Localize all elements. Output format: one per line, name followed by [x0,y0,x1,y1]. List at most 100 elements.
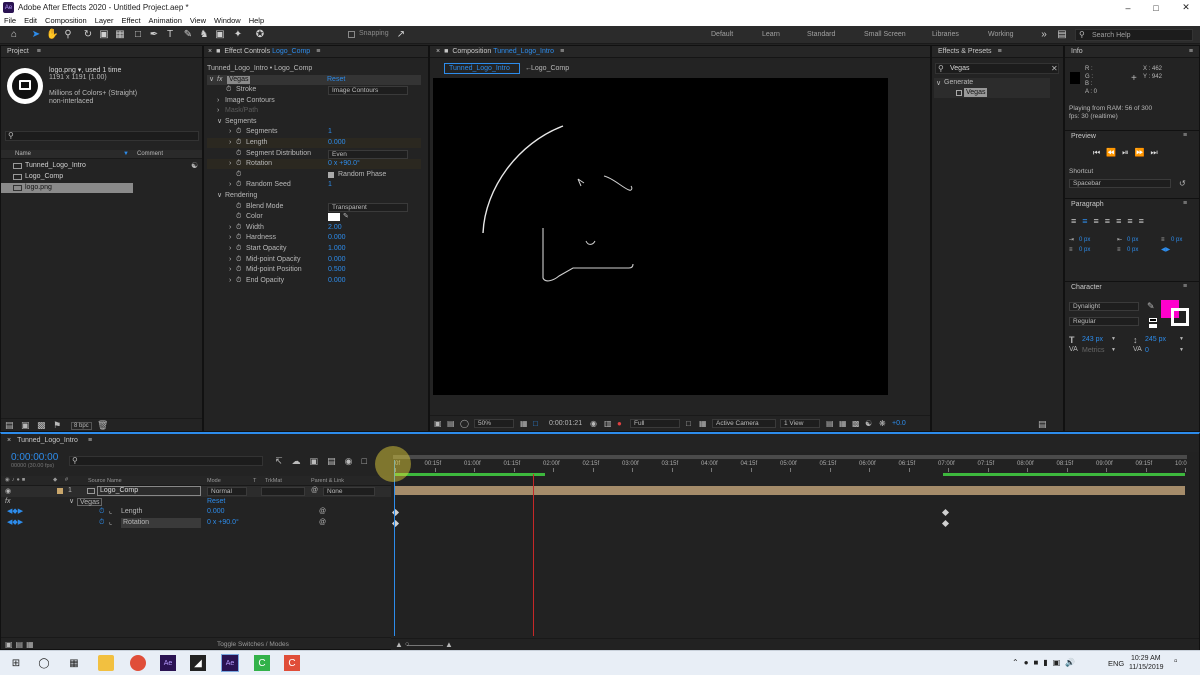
effect-prop-blend-mode[interactable]: ⏱ Blend Mode Transparent [207,202,421,212]
column-parent-link[interactable]: Parent & Link [311,478,344,484]
effect-prop-stroke[interactable]: ⏱ Stroke Image Contours [207,85,421,95]
effect-prop-random-phase[interactable]: ⏱ Random Phase [207,170,421,180]
start-icon[interactable]: ⊞ [8,655,24,671]
stopwatch-icon[interactable]: ⏱ [236,255,241,265]
chevron-right-icon[interactable]: › [217,106,219,116]
effect-prop-random-seed[interactable]: › ⏱ Random Seed 1 [207,180,421,190]
rotate-tool-icon[interactable]: ↻ [82,29,94,41]
panel-menu-icon[interactable]: ≡ [1189,48,1193,55]
chevron-down-icon[interactable]: ▼ [1179,347,1184,353]
rectangle-tool-icon[interactable]: □ [132,29,144,41]
effect-prop-rotation[interactable]: › ⏱ Rotation 0 x +90.0° [207,159,421,170]
panel-menu-icon[interactable]: ≡ [37,48,41,55]
time-ruler[interactable]: 0f 00:15f 01:00f 01:15f 02:00f 02:15f 03:00f 03… [391,460,1191,472]
zoom-slider-handle[interactable]: ○ [405,641,409,648]
column-source-name[interactable]: Source Name [88,478,122,484]
workspace-libraries[interactable]: Libraries [932,31,959,38]
chevron-down-icon[interactable]: ▼ [1111,336,1116,342]
more-workspaces-icon[interactable]: » [1038,29,1050,41]
chevron-right-icon[interactable]: › [217,96,219,106]
menu-layer[interactable]: Layer [95,16,114,25]
layer-mode-dropdown[interactable]: Normal [207,487,247,496]
exposure-value[interactable]: +0.0 [892,420,906,427]
always-preview-icon[interactable]: ▣ [434,419,442,428]
views-dropdown[interactable]: 1 View [780,419,820,428]
region-icon[interactable]: □ [533,419,538,428]
stopwatch-icon[interactable]: ⏱ [99,507,104,517]
type-tool-icon[interactable]: T [164,29,176,41]
timeline-graph-area[interactable]: 0f 00:15f 01:00f 01:15f 02:00f 02:15f 03:00f 03… [375,446,1199,652]
effect-prop-width[interactable]: › ⏱ Width 2.00 [207,223,421,233]
menu-file[interactable]: File [4,16,16,25]
workspace-standard[interactable]: Standard [807,31,835,38]
zoom-out-icon[interactable]: ▲ [395,640,403,649]
menu-composition[interactable]: Composition [45,16,87,25]
effect-prop-rendering[interactable]: ∨ Rendering [207,191,421,201]
eyedropper-icon[interactable]: ✎ [343,212,349,222]
effect-prop-segments[interactable]: › ⏱ Segments 1 [207,127,421,137]
category-generate[interactable]: ∨ Generate [934,78,1050,88]
pen-tool-icon[interactable]: ✒ [148,29,160,41]
effect-prop-mid-point-position[interactable]: › ⏱ Mid-point Position 0.500 [207,265,421,275]
system-tray-icons[interactable]: ⌃●■▮▣🔊 [1012,658,1080,667]
trash-icon[interactable]: 🗑 [97,420,108,431]
panel-menu-icon[interactable]: ≡ [1183,132,1187,139]
trkmat-dropdown[interactable] [261,487,305,496]
effect-name[interactable]: Vegas [227,76,251,84]
menu-view[interactable]: View [190,16,206,25]
maximize-icon[interactable]: □ [1142,0,1170,15]
timeline-icon[interactable]: ▩ [852,419,860,428]
snapshot-icon[interactable]: ◉ [590,419,597,428]
stopwatch-icon[interactable]: ⏱ [99,518,104,528]
roto-brush-tool-icon[interactable]: ✦ [232,29,244,41]
stopwatch-icon[interactable]: ⏱ [236,276,241,286]
project-item-selected[interactable]: logo.png [1,183,133,193]
clear-search-icon[interactable]: ✕ [1051,64,1058,73]
effect-reset-link[interactable]: Reset [327,75,345,85]
selection-tool-icon[interactable]: ➤ [30,29,42,41]
reset-icon[interactable]: ↺ [1179,179,1186,188]
resolution-dropdown[interactable]: Full [630,419,680,428]
first-frame-icon[interactable]: ⏮ [1093,148,1106,157]
search-circle-icon[interactable]: ◯ [36,655,52,671]
kerning-value[interactable]: Metrics [1082,347,1105,354]
shortcut-dropdown[interactable]: Spacebar [1069,179,1171,188]
chevron-down-icon[interactable]: ∨ [209,75,214,85]
chevron-right-icon[interactable]: › [229,223,231,233]
stopwatch-icon[interactable]: ⏱ [236,180,241,190]
chevron-right-icon[interactable]: › [229,265,231,275]
justify-all-icon[interactable]: ≡ [1139,216,1150,226]
close-icon[interactable]: ✕ [1172,0,1200,15]
workspace-small-screen[interactable]: Small Screen [864,31,906,38]
last-frame-icon[interactable]: ⏭ [1151,148,1164,157]
adjust-settings-icon[interactable]: ⚑ [53,420,61,431]
snap-options-icon[interactable]: ↗ [395,29,407,41]
after-effects-icon[interactable]: Ae [160,655,176,671]
column-t[interactable]: T [253,478,256,484]
panel-menu-icon[interactable]: ≡ [560,48,564,55]
panel-menu-icon[interactable]: ≡ [88,437,92,444]
workspace-learn[interactable]: Learn [762,31,780,38]
zoom-slider[interactable] [407,645,443,646]
home-icon[interactable]: ⌂ [8,29,20,41]
menu-edit[interactable]: Edit [24,16,37,25]
flowchart-icon[interactable]: ☯ [191,161,198,171]
timeline-timecode[interactable]: 0:00:00:00 [11,452,58,463]
keyframe-nav-icon[interactable]: ◀◆▶ [7,507,23,517]
eraser-tool-icon[interactable]: ▣ [214,29,226,41]
align-center-icon[interactable]: ≡ [1082,216,1093,226]
chevron-right-icon[interactable]: › [229,180,231,190]
notifications-icon[interactable]: ▫ [1174,656,1178,667]
chevron-down-icon[interactable]: ▼ [1111,347,1116,353]
column-name[interactable]: Name [15,151,31,157]
checkbox[interactable] [328,171,334,178]
asset-name[interactable]: logo.png [49,67,76,74]
stopwatch-icon[interactable]: ⏱ [226,85,231,95]
camera-dropdown[interactable]: Active Camera [712,419,776,428]
timeline-panel-toggles[interactable]: ▣▤▦ [5,640,37,649]
font-size-value[interactable]: 243 px [1082,336,1103,343]
bpc-button[interactable]: 8 bpc [71,422,92,430]
play-icon[interactable]: ⏯ [1122,148,1134,157]
chevron-right-icon[interactable]: › [229,233,231,243]
camtasia-icon[interactable]: C [254,655,270,671]
